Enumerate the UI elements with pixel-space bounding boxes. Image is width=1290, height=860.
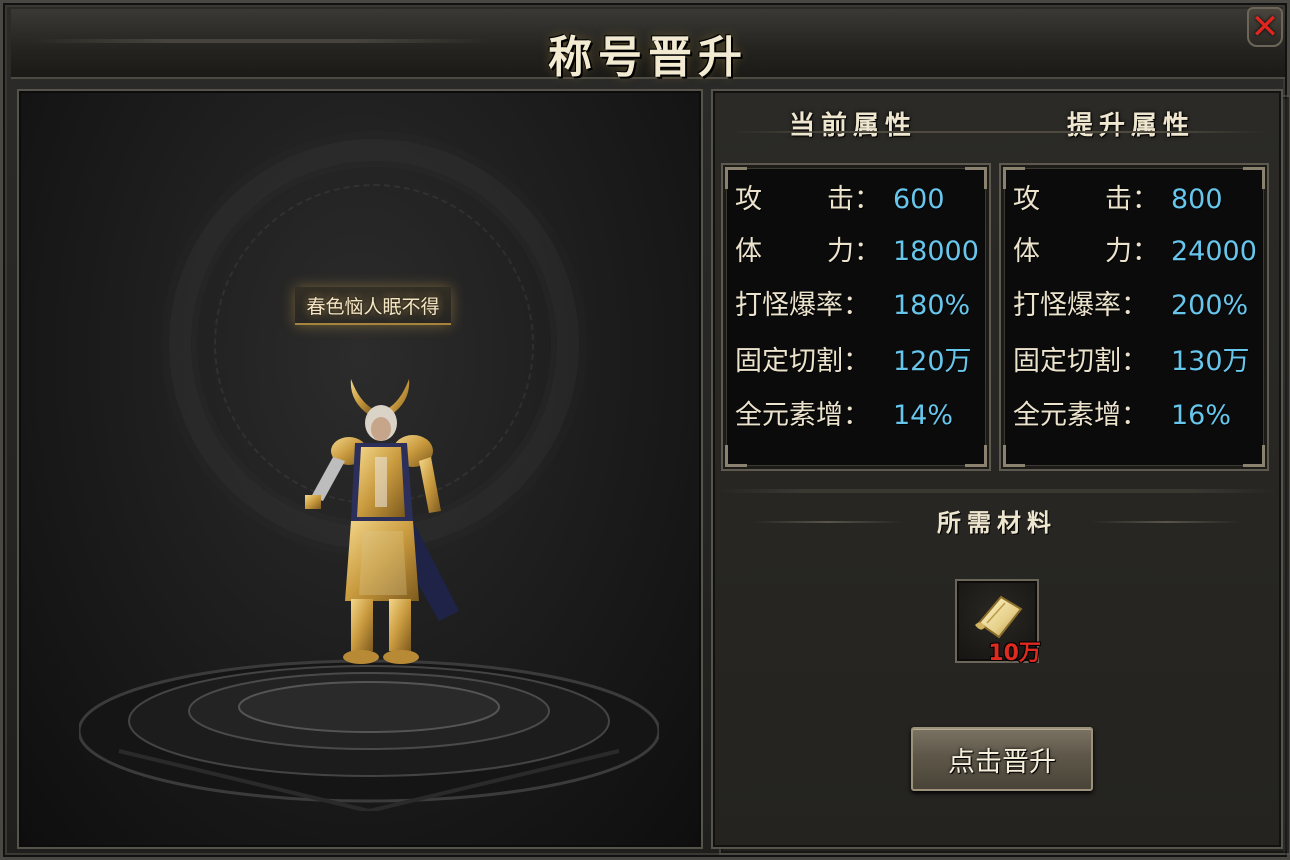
character-preview-panel: 春色恼人眠不得: [17, 89, 703, 849]
stat-label: 攻: [735, 183, 762, 215]
stat-row-stamina: 体 力： 18000: [735, 231, 991, 271]
close-button[interactable]: ✕: [1247, 7, 1283, 47]
stat-label: 体: [735, 235, 762, 267]
stat-row-element-boost: 全元素增： 14%: [735, 395, 991, 435]
stat-label: 全元素增：: [1013, 399, 1148, 431]
upgrade-button-label: 点击晋升: [948, 746, 1056, 778]
materials-divider: [719, 489, 1275, 493]
stat-label: 攻: [1013, 183, 1040, 215]
player-title-text: 春色恼人眠不得: [306, 295, 440, 318]
stat-value: 600: [893, 183, 945, 215]
stat-value: 24000: [1171, 235, 1257, 267]
close-icon: ✕: [1250, 7, 1280, 47]
stat-label: 力：: [827, 235, 881, 267]
attribute-panel: 当前属性 提升属性 攻 击： 600 体 力： 18000 打怪爆率： 180%…: [711, 89, 1283, 849]
stat-value: 130万: [1171, 345, 1250, 377]
upgrade-button[interactable]: 点击晋升: [911, 727, 1093, 791]
stat-row-fixed-cut: 固定切割： 120万: [735, 341, 991, 381]
stat-value: 16%: [1171, 399, 1232, 431]
stat-row-drop-rate: 打怪爆率： 180%: [735, 285, 991, 325]
stat-row-drop-rate: 打怪爆率： 200%: [1013, 285, 1269, 325]
stat-label: 打怪爆率：: [1013, 289, 1148, 321]
upgrade-stats-box: 攻 击： 800 体 力： 24000 打怪爆率： 200% 固定切割： 130…: [999, 163, 1269, 471]
title-upgrade-window: 称号晋升 ✕ 春色恼人眠不得 当前属性 提升属性 攻 击： 600 体 力： 1…: [0, 0, 1290, 860]
stat-row-stamina: 体 力： 24000: [1013, 231, 1269, 271]
stat-value: 800: [1171, 183, 1223, 215]
current-attributes-header: 当前属性: [788, 111, 917, 141]
stat-label: 打怪爆率：: [735, 289, 870, 321]
item-count: 10万: [988, 641, 1041, 666]
required-item-slot[interactable]: 10万: [955, 579, 1041, 666]
stat-label: 全元素增：: [735, 399, 870, 431]
stat-label: 体: [1013, 235, 1040, 267]
stat-value: 200%: [1171, 289, 1249, 321]
armored-warrior-model: [305, 379, 459, 664]
title-bar: 称号晋升: [11, 9, 1290, 855]
stat-value: 120万: [893, 345, 972, 377]
stat-value: 14%: [893, 399, 954, 431]
stat-value: 180%: [893, 289, 971, 321]
stat-row-attack: 攻 击： 800: [1013, 179, 1269, 219]
stat-label: 固定切割：: [735, 345, 870, 377]
stat-row-element-boost: 全元素增： 16%: [1013, 395, 1269, 435]
stat-label: 力：: [1105, 235, 1159, 267]
stat-row-attack: 攻 击： 600: [735, 179, 991, 219]
stat-value: 18000: [893, 235, 979, 267]
upgrade-attributes-header: 提升属性: [1066, 111, 1195, 141]
current-stats-box: 攻 击： 600 体 力： 18000 打怪爆率： 180% 固定切割： 120…: [721, 163, 991, 471]
stat-label: 击：: [827, 183, 881, 215]
player-title-tag: 春色恼人眠不得: [295, 287, 451, 325]
stat-label: 击：: [1105, 183, 1159, 215]
header-divider: [729, 131, 1269, 133]
stat-row-fixed-cut: 固定切割： 130万: [1013, 341, 1269, 381]
materials-header: 所需材料: [937, 508, 1057, 537]
window-title: 称号晋升: [548, 32, 748, 83]
stat-label: 固定切割：: [1013, 345, 1148, 377]
